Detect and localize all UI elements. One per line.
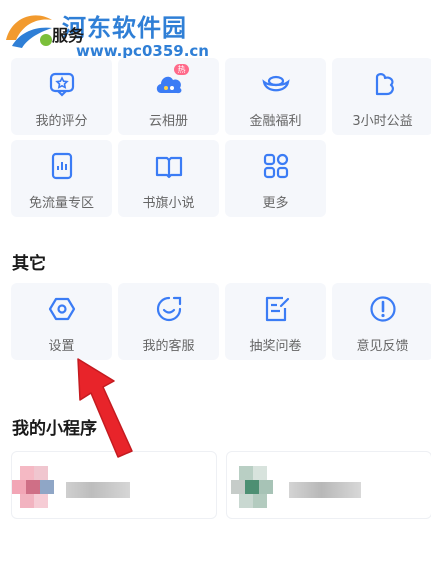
tile-label: 云相册 — [148, 114, 188, 129]
customer-service-icon — [156, 296, 181, 322]
tile-label: 3小时公益 — [352, 114, 413, 129]
tile-label: 意见反馈 — [356, 339, 409, 354]
tile-customer-service[interactable]: 我的客服 — [118, 283, 219, 360]
tile-my-rating[interactable]: 我的评分 — [11, 58, 112, 135]
watermark-logo-icon — [6, 15, 52, 48]
tile-label: 我的客服 — [142, 339, 195, 354]
gold-ingot-icon — [261, 75, 290, 92]
more-grid-icon — [263, 153, 288, 179]
hot-badge: 热 — [174, 64, 189, 75]
tile-finance-benefits[interactable]: 金融福利 — [225, 58, 326, 135]
tile-data-free-zone[interactable]: 免流量专区 — [11, 140, 112, 217]
mini-program-card[interactable] — [226, 451, 431, 519]
tile-label: 金融福利 — [249, 114, 302, 129]
tile-label: 更多 — [262, 196, 289, 211]
tile-feedback[interactable]: 意见反馈 — [332, 283, 431, 360]
survey-icon — [265, 296, 289, 322]
tile-label: 我的评分 — [35, 114, 88, 129]
tile-cloud-album[interactable]: 热 云相册 — [118, 58, 219, 135]
tile-settings[interactable]: 设置 — [11, 283, 112, 360]
mini-program-avatar — [12, 466, 56, 510]
section-title-services: 服务 — [52, 26, 85, 45]
tile-label: 免流量专区 — [28, 196, 94, 211]
data-free-icon — [51, 152, 72, 180]
tile-3h-charity[interactable]: 3小时公益 — [332, 58, 431, 135]
mini-program-name-blurred — [289, 482, 361, 498]
annotation-arrow-icon — [77, 358, 133, 458]
tile-label: 书旗小说 — [142, 196, 195, 211]
tile-label: 抽奖问卷 — [249, 339, 302, 354]
mini-program-name-blurred — [66, 482, 130, 498]
tile-shuqi-novel[interactable]: 书旗小说 — [118, 140, 219, 217]
mini-program-avatar — [231, 466, 275, 510]
feedback-icon — [369, 296, 396, 322]
settings-icon — [48, 297, 75, 321]
tile-lottery-survey[interactable]: 抽奖问卷 — [225, 283, 326, 360]
watermark: 河东软件园 www.pc0359.cn — [0, 0, 210, 66]
book-icon — [155, 156, 182, 179]
section-title-other: 其它 — [12, 254, 46, 274]
charity-icon — [375, 73, 394, 96]
tile-more[interactable]: 更多 — [225, 140, 326, 217]
rating-icon — [49, 72, 74, 97]
tile-label: 设置 — [48, 339, 75, 354]
